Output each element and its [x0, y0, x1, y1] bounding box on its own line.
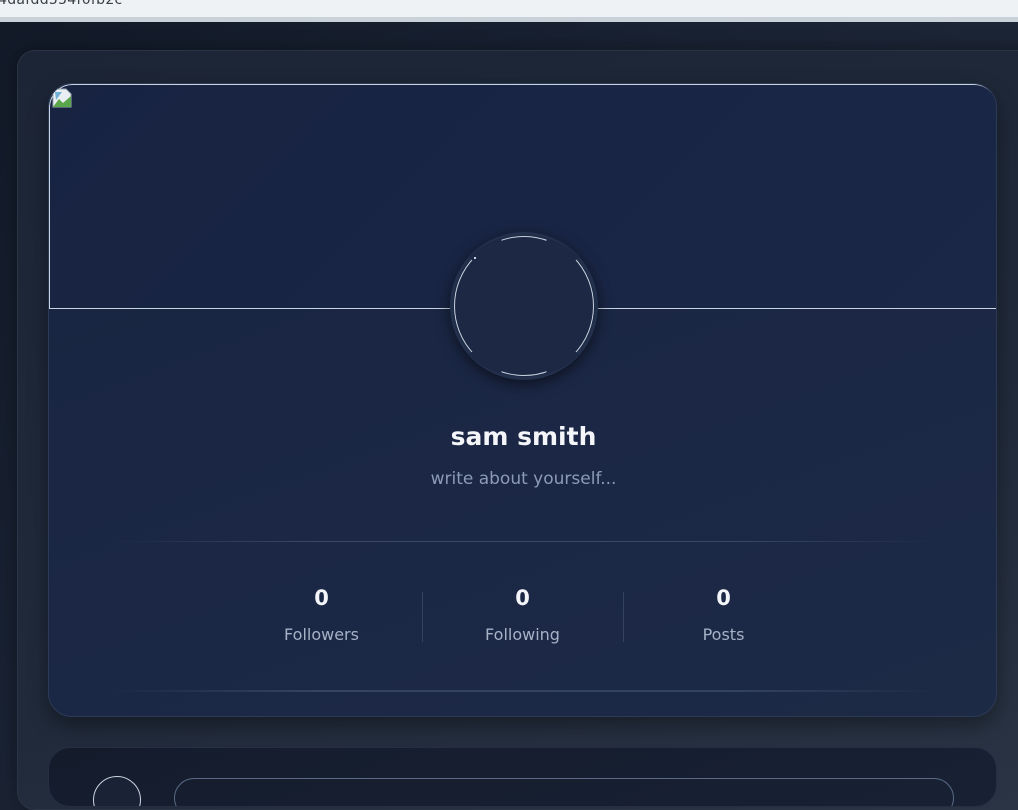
- divider: [109, 541, 939, 542]
- profile-card: sam smith write about yourself... 0 Foll…: [48, 83, 997, 717]
- stat-followers[interactable]: 0 Followers: [221, 582, 422, 654]
- broken-image-icon: [52, 88, 72, 108]
- url-text[interactable]: 4dafdd554f0fb2c: [0, 0, 123, 8]
- profile-stats: 0 Followers 0 Following 0 Posts: [221, 582, 824, 654]
- stat-following[interactable]: 0 Following: [422, 582, 623, 654]
- profile-bio[interactable]: write about yourself...: [49, 469, 996, 489]
- avatar-broken-image-icon: [469, 238, 579, 374]
- stat-posts[interactable]: 0 Posts: [623, 582, 824, 654]
- followers-label: Followers: [284, 625, 359, 644]
- following-count: 0: [515, 586, 530, 610]
- create-post-card: [48, 747, 997, 807]
- posts-count: 0: [716, 586, 731, 610]
- profile-name: sam smith: [450, 422, 597, 451]
- browser-address-bar[interactable]: 4dafdd554f0fb2c: [0, 0, 1018, 22]
- profile-avatar[interactable]: [450, 232, 598, 380]
- posts-label: Posts: [702, 625, 745, 644]
- following-label: Following: [485, 625, 560, 644]
- followers-count: 0: [314, 586, 329, 610]
- divider-bottom: [109, 690, 939, 692]
- post-input[interactable]: [174, 778, 954, 806]
